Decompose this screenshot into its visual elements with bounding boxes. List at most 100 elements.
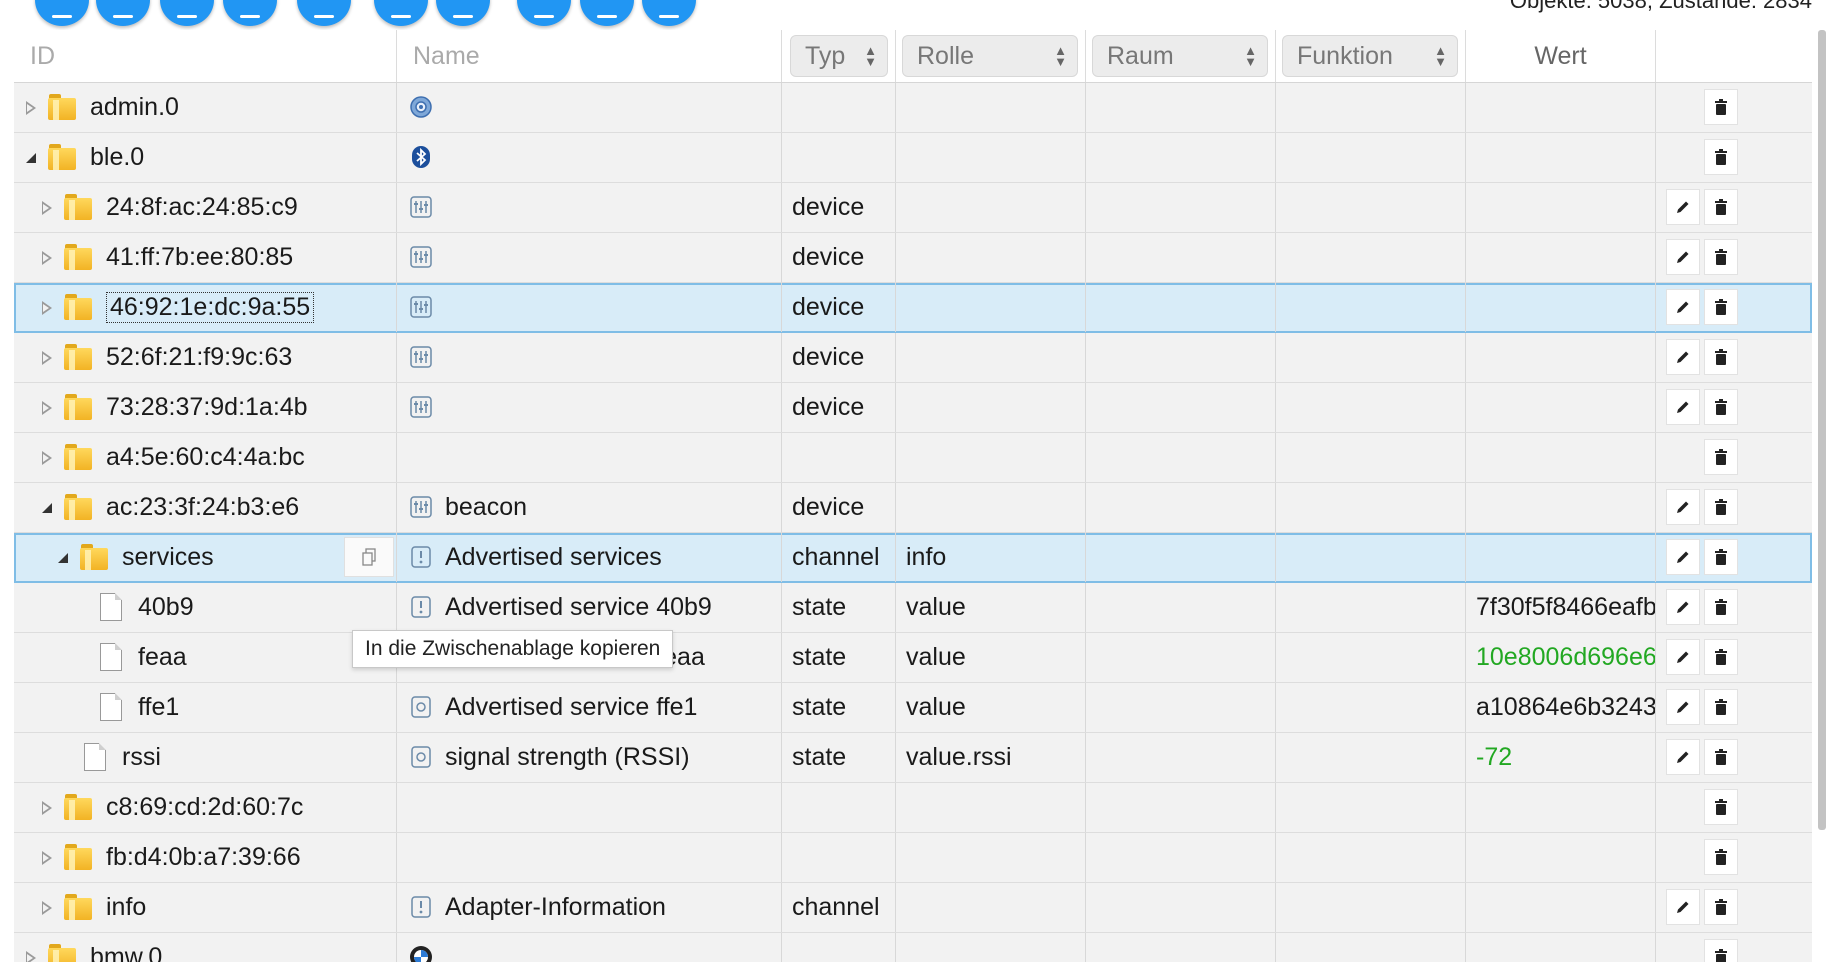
delete-button[interactable] <box>1704 89 1738 125</box>
value-cell[interactable] <box>1466 283 1656 332</box>
table-row[interactable]: feaaAdvertised service feaastatevalue10e… <box>14 633 1812 683</box>
table-row[interactable]: 73:28:37:9d:1a:4b device <box>14 383 1812 433</box>
collapse-arrow-icon[interactable] <box>26 153 36 163</box>
edit-button[interactable] <box>1666 339 1700 375</box>
object-id[interactable]: rssi <box>122 733 161 782</box>
delete-button[interactable] <box>1704 689 1738 725</box>
expand-arrow-icon[interactable] <box>42 851 52 865</box>
edit-button[interactable] <box>1666 589 1700 625</box>
refresh-button[interactable] <box>35 0 89 26</box>
object-id[interactable]: ble.0 <box>90 133 144 182</box>
typ-filter-select[interactable]: Typ ▲ ▼ <box>790 35 888 77</box>
collapse-arrow-icon[interactable] <box>42 503 52 513</box>
copy-to-clipboard-button[interactable] <box>344 537 394 577</box>
delete-button[interactable] <box>1704 289 1738 325</box>
edit-button[interactable] <box>1666 239 1700 275</box>
delete-button[interactable] <box>1704 839 1738 875</box>
value-cell[interactable] <box>1466 533 1656 582</box>
expand-arrow-icon[interactable] <box>42 901 52 915</box>
expand-arrow-icon[interactable] <box>42 251 52 265</box>
edit-button[interactable] <box>1666 739 1700 775</box>
delete-button[interactable] <box>1704 589 1738 625</box>
table-row[interactable]: ffe1 Advertised service ffe1 state value a10… <box>14 683 1812 733</box>
table-row[interactable]: 46:92:1e:dc:9a:55 device <box>14 283 1812 333</box>
value-cell[interactable] <box>1466 883 1656 932</box>
object-id[interactable]: a4:5e:60:c4:4a:bc <box>106 433 305 482</box>
value-cell[interactable] <box>1466 183 1656 232</box>
table-row[interactable]: ac:23:3f:24:b3:e6 beacon device <box>14 483 1812 533</box>
value-cell[interactable]: -72 <box>1466 733 1656 782</box>
object-id[interactable]: services <box>122 533 214 582</box>
object-id[interactable]: ffe1 <box>138 683 179 732</box>
edit-button[interactable] <box>1666 889 1700 925</box>
delete-button[interactable] <box>1704 889 1738 925</box>
delete-button[interactable] <box>1704 389 1738 425</box>
toggle-columns-button[interactable] <box>160 0 214 26</box>
table-row[interactable]: 40b9 Advertised service 40b9 state value 7f3… <box>14 583 1812 633</box>
table-row[interactable]: c8:69:cd:2d:60:7c <box>14 783 1812 833</box>
table-row[interactable]: info Adapter-Information channel <box>14 883 1812 933</box>
value-cell[interactable] <box>1466 933 1656 962</box>
value-cell[interactable]: 7f30f5f8466eafb <box>1466 583 1656 632</box>
delete-button[interactable] <box>1704 189 1738 225</box>
delete-button[interactable] <box>1704 539 1738 575</box>
table-row[interactable]: a4:5e:60:c4:4a:bc <box>14 433 1812 483</box>
object-id[interactable]: 52:6f:21:f9:9c:63 <box>106 333 292 382</box>
table-row[interactable]: 24:8f:ac:24:85:c9 device <box>14 183 1812 233</box>
expand-arrow-icon[interactable] <box>42 201 52 215</box>
value-cell[interactable] <box>1466 333 1656 382</box>
delete-button[interactable] <box>1704 789 1738 825</box>
object-id[interactable]: bmw.0 <box>90 933 162 962</box>
value-cell[interactable] <box>1466 383 1656 432</box>
object-id[interactable]: 73:28:37:9d:1a:4b <box>106 383 308 432</box>
object-id[interactable]: info <box>106 883 146 932</box>
table-row[interactable]: admin.0 <box>14 83 1812 133</box>
value-cell[interactable] <box>1466 833 1656 882</box>
delete-button[interactable] <box>1704 639 1738 675</box>
collapse-button[interactable] <box>580 0 634 26</box>
delete-button[interactable] <box>1704 739 1738 775</box>
raum-filter-select[interactable]: Raum ▲ ▼ <box>1092 35 1268 77</box>
value-cell[interactable] <box>1466 233 1656 282</box>
value-cell[interactable] <box>1466 133 1656 182</box>
edit-button[interactable] <box>1666 389 1700 425</box>
edit-button[interactable] <box>1666 289 1700 325</box>
value-cell[interactable] <box>1466 433 1656 482</box>
delete-button[interactable] <box>1704 489 1738 525</box>
object-id[interactable]: fb:d4:0b:a7:39:66 <box>106 833 301 882</box>
object-id[interactable]: 24:8f:ac:24:85:c9 <box>106 183 298 232</box>
expand-all-button[interactable] <box>223 0 277 26</box>
list-view-button[interactable] <box>96 0 150 26</box>
expand-arrow-icon[interactable] <box>42 301 52 315</box>
add-object-button[interactable] <box>517 0 571 26</box>
value-cell[interactable]: 10e8006d696e6f <box>1466 633 1656 682</box>
table-row[interactable]: rssi signal strength (RSSI) state value.rss… <box>14 733 1812 783</box>
expand-arrow-icon[interactable] <box>26 101 36 115</box>
save-button[interactable] <box>374 0 428 26</box>
object-id[interactable]: feaa <box>138 633 187 682</box>
object-id[interactable]: 40b9 <box>138 583 194 632</box>
upload-button[interactable] <box>297 0 351 26</box>
delete-button[interactable] <box>1704 939 1738 962</box>
table-row[interactable]: bmw.0 <box>14 933 1812 962</box>
delete-button[interactable] <box>1704 439 1738 475</box>
column-header-wert[interactable]: Wert <box>1466 30 1656 82</box>
object-id[interactable]: admin.0 <box>90 83 179 132</box>
value-cell[interactable] <box>1466 783 1656 832</box>
value-cell[interactable] <box>1466 83 1656 132</box>
table-row[interactable]: fb:d4:0b:a7:39:66 <box>14 833 1812 883</box>
edit-button[interactable] <box>1666 539 1700 575</box>
object-id[interactable]: c8:69:cd:2d:60:7c <box>106 783 303 832</box>
table-row[interactable]: ble.0 <box>14 133 1812 183</box>
edit-button[interactable] <box>1666 639 1700 675</box>
column-header-id[interactable]: ID <box>14 30 397 82</box>
menu-button[interactable] <box>642 0 696 26</box>
delete-button[interactable] <box>1704 339 1738 375</box>
table-row[interactable]: services Advertised services channel info <box>14 533 1812 583</box>
table-row[interactable]: 41:ff:7b:ee:80:85 device <box>14 233 1812 283</box>
edit-button[interactable] <box>1666 489 1700 525</box>
expand-arrow-icon[interactable] <box>42 351 52 365</box>
expand-arrow-icon[interactable] <box>26 951 36 962</box>
object-id[interactable]: 41:ff:7b:ee:80:85 <box>106 233 293 282</box>
object-id[interactable]: 46:92:1e:dc:9a:55 <box>106 283 315 332</box>
